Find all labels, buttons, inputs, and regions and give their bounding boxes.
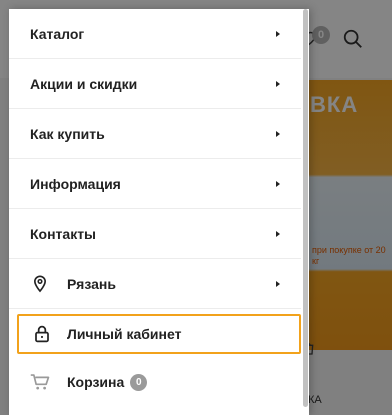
menu-item-information[interactable]: Информация	[9, 159, 301, 209]
menu-item-contacts[interactable]: Контакты	[9, 209, 301, 259]
chevron-right-icon	[276, 130, 280, 137]
chevron-right-icon	[276, 280, 280, 287]
menu-item-how-to-buy[interactable]: Как купить	[9, 109, 301, 159]
menu-item-account[interactable]: Личный кабинет	[17, 314, 301, 354]
cart-icon	[30, 372, 50, 392]
menu-item-catalog[interactable]: Каталог	[9, 9, 301, 59]
menu-item-cart[interactable]: Корзина 0	[9, 357, 301, 407]
chevron-right-icon	[276, 180, 280, 187]
menu-item-label: Информация	[30, 175, 121, 192]
menu-item-label: Контакты	[30, 225, 97, 242]
menu-item-label: Как купить	[30, 125, 105, 142]
chevron-right-icon	[276, 30, 280, 37]
map-pin-icon	[30, 274, 50, 294]
scrollbar-thumb[interactable]	[303, 9, 308, 407]
menu-item-label: Личный кабинет	[67, 326, 182, 342]
chevron-right-icon	[276, 230, 280, 237]
lock-icon	[32, 324, 52, 344]
cart-label-wrap: Корзина 0	[67, 373, 148, 391]
menu-item-label: Акции и скидки	[30, 75, 138, 92]
menu-item-label: Каталог	[30, 25, 85, 42]
menu-item-label: Корзина	[67, 374, 125, 390]
chevron-right-icon	[276, 80, 280, 87]
menu-item-promotions[interactable]: Акции и скидки	[9, 59, 301, 109]
side-menu-drawer: Каталог Акции и скидки Как купить Информ…	[9, 9, 309, 415]
menu-item-label: Рязань	[67, 275, 116, 292]
menu-item-city[interactable]: Рязань	[9, 259, 301, 309]
cart-count-badge: 0	[130, 373, 148, 391]
